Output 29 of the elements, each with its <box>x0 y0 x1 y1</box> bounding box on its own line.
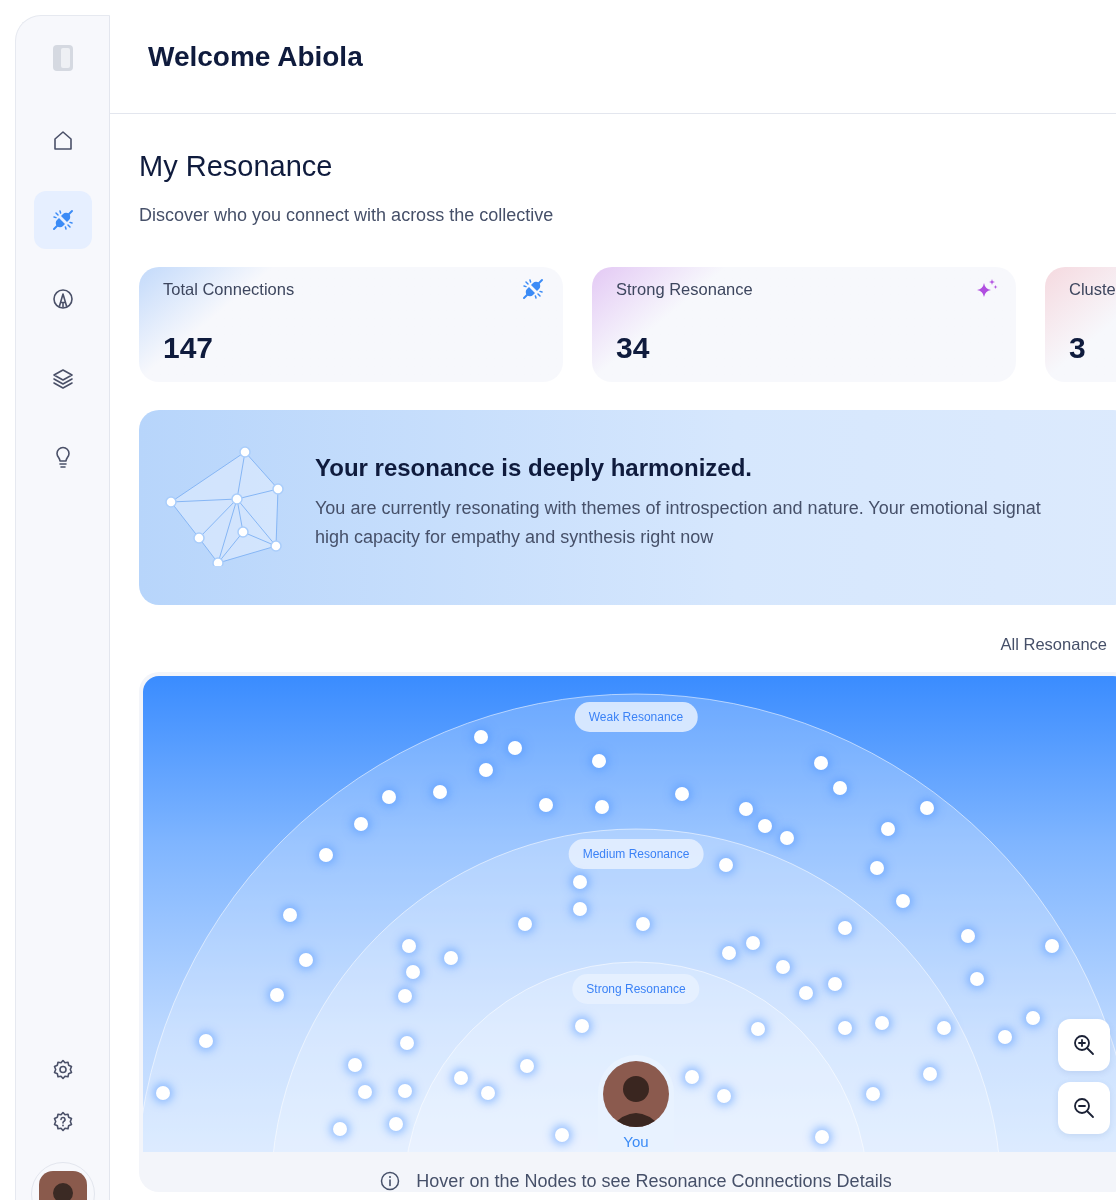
stat-value: 147 <box>163 331 215 365</box>
stat-value: 34 <box>616 331 651 365</box>
plug-icon <box>521 277 545 301</box>
page-subtitle: Discover who you connect with across the collective <box>139 205 555 225</box>
ring-label: Strong Resonance <box>572 974 700 1004</box>
filter-dropdown[interactable]: All Resonance <box>1000 635 1107 654</box>
stat-value: 3 <box>1069 331 1087 365</box>
hint-text: Hover on the Nodes to see Resonance Connections Details <box>416 1170 892 1192</box>
you-label: You <box>623 1133 649 1150</box>
sidebar-toggle-icon[interactable] <box>51 44 74 72</box>
stat-label: Total Connections <box>163 279 295 299</box>
insight-title: Your resonance is deeply harmonized. <box>315 454 753 482</box>
ring-label: Medium Resonance <box>568 839 704 869</box>
ring-label: Weak Resonance <box>574 702 698 732</box>
info-icon <box>380 1171 401 1191</box>
zoom-out-button[interactable] <box>1058 1082 1110 1134</box>
page-title: My Resonance <box>139 149 334 184</box>
stat-label: Cluste <box>1069 279 1116 299</box>
page-header-title: Welcome Abiola <box>148 40 363 73</box>
stat-label: Strong Resonance <box>616 279 753 299</box>
zoom-in-button[interactable] <box>1058 1019 1110 1071</box>
layers-icon <box>50 366 75 390</box>
insight-text: You are currently resonating with themes of introspection and nature. Your emotional signat high capacity for empathy and synthesis right now <box>315 497 1041 549</box>
avatar[interactable] <box>603 1061 669 1127</box>
plug-icon <box>50 208 75 232</box>
pen-circle-icon <box>50 287 75 311</box>
zoom-out-icon <box>1073 1097 1095 1119</box>
zoom-in-icon <box>1073 1034 1095 1056</box>
nav-item[interactable] <box>33 191 92 249</box>
